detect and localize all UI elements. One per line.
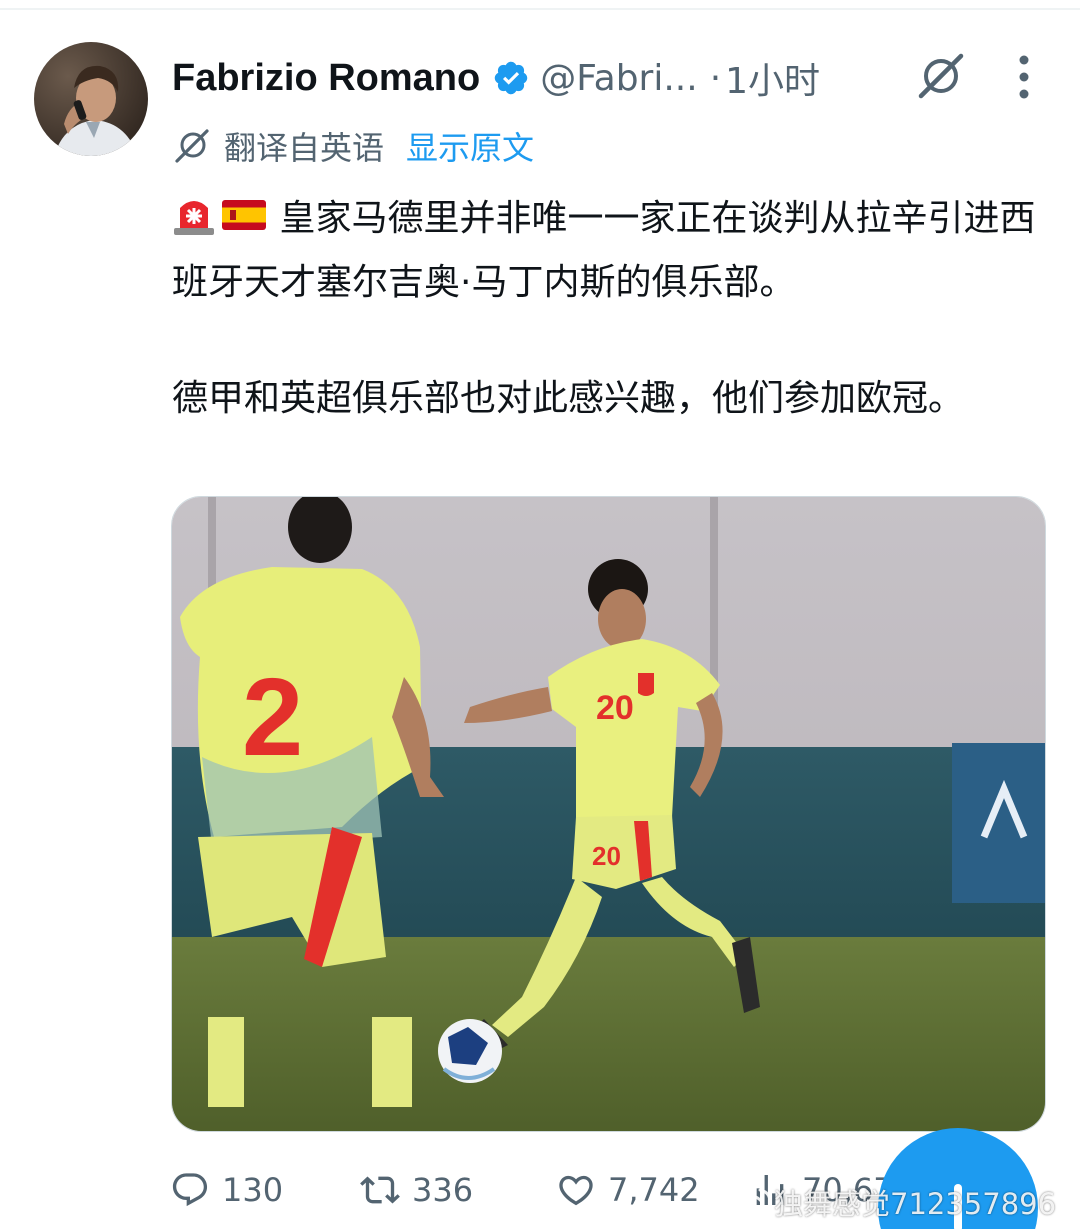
watermark-text: 独舞感觉712357896: [774, 1187, 1057, 1221]
reply-count: 130: [222, 1171, 284, 1209]
football-match-photo: 2 20 20: [172, 497, 1045, 1131]
tweet-paragraph-1: 皇家马德里并非唯一一家正在谈判从拉辛引进西班牙天才塞尔吉奥·马丁内斯的俱乐部。: [172, 190, 1052, 312]
emoji-prefix: [172, 192, 268, 254]
tweet-paragraph-1-text: 皇家马德里并非唯一一家正在谈判从拉辛引进西班牙天才塞尔吉奥·马丁内斯的俱乐部。: [172, 198, 1036, 303]
watermark: 独舞感觉712357896: [726, 1182, 1056, 1222]
tweet-paragraph-2: 德甲和英超俱乐部也对此感兴趣，他们参加欧冠。: [172, 378, 965, 419]
top-divider: [0, 0, 1080, 10]
tweet-timestamp[interactable]: 1小时: [725, 52, 820, 104]
back-jersey-number: 2: [242, 656, 303, 779]
like-count: 7,742: [608, 1171, 700, 1209]
repost-count: 336: [412, 1171, 474, 1209]
more-options-icon[interactable]: [1008, 52, 1040, 102]
author-handle[interactable]: @Fabri...: [540, 58, 697, 99]
tweet-media-photo[interactable]: 2 20 20: [171, 496, 1046, 1132]
shorts-jersey-number: 20: [592, 841, 621, 871]
front-jersey-number: 20: [596, 689, 634, 727]
weibo-logo-icon: [727, 1188, 772, 1219]
translate-icon: [175, 129, 209, 163]
avatar-photo: [34, 42, 148, 156]
separator-dot: ·: [709, 57, 722, 99]
like-action[interactable]: 7,742: [556, 1160, 700, 1220]
reply-icon: [172, 1173, 208, 1207]
translated-from-label: 翻译自英语: [224, 129, 385, 167]
like-icon: [559, 1175, 593, 1206]
repost-icon: [360, 1176, 400, 1204]
show-original-link[interactable]: 显示原文: [406, 123, 534, 169]
author-avatar[interactable]: [34, 42, 148, 156]
verified-badge-icon: [495, 61, 528, 95]
grok-icon[interactable]: [915, 50, 967, 102]
reply-action[interactable]: 130: [170, 1160, 283, 1220]
siren-and-spain-flag-emoji: [174, 200, 266, 235]
translation-row: 翻译自英语 显示原文: [172, 120, 534, 172]
tweet-body: 皇家马德里并非唯一一家正在谈判从拉辛引进西班牙天才塞尔吉奥·马丁内斯的俱乐部。 …: [172, 190, 1052, 428]
author-display-name[interactable]: Fabrizio Romano: [172, 57, 480, 100]
repost-action[interactable]: 336: [360, 1160, 473, 1220]
